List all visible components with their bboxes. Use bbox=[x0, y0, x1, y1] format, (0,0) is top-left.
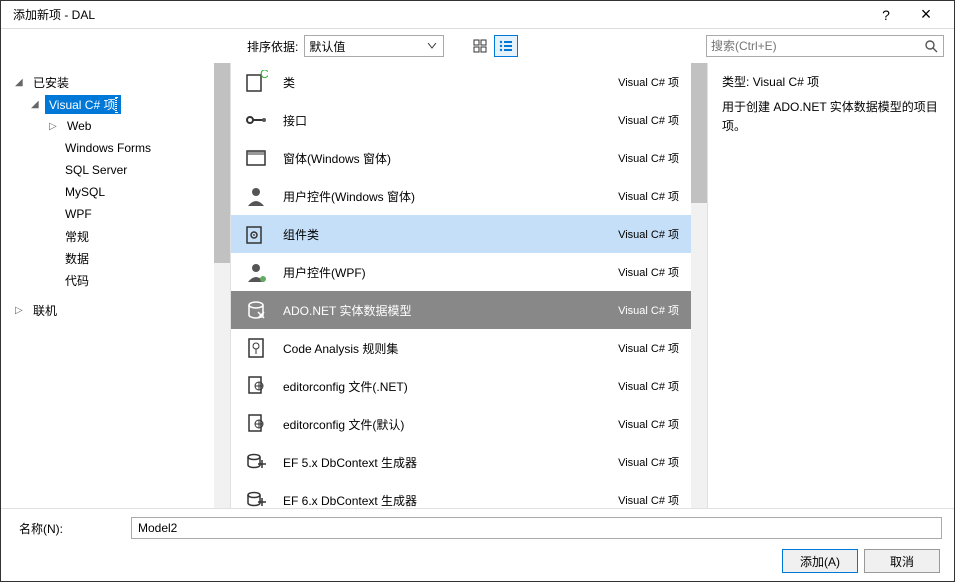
item-type: Visual C# 项 bbox=[618, 188, 679, 204]
search-box[interactable] bbox=[706, 35, 944, 57]
caret-right-icon: ▷ bbox=[49, 121, 59, 132]
item-type: Visual C# 项 bbox=[618, 416, 679, 432]
svg-text:C#: C# bbox=[260, 70, 268, 81]
caret-down-icon: ◢ bbox=[15, 77, 25, 88]
item-type: Visual C# 项 bbox=[618, 112, 679, 128]
cancel-button[interactable]: 取消 bbox=[864, 549, 940, 573]
interface-icon bbox=[243, 107, 269, 133]
tree-visual-csharp[interactable]: ◢Visual C# 项 bbox=[1, 93, 214, 115]
view-icons-button[interactable] bbox=[468, 35, 492, 57]
category-tree: ◢已安装 ◢Visual C# 项 ▷Web Windows Forms SQL… bbox=[1, 63, 231, 508]
view-list-button[interactable] bbox=[494, 35, 518, 57]
toolbar: 排序依据: 默认值 bbox=[1, 29, 954, 63]
class-icon: C# bbox=[243, 69, 269, 95]
item-type: Visual C# 项 bbox=[618, 74, 679, 90]
item-name: Code Analysis 规则集 bbox=[283, 340, 618, 357]
usercontrol-icon bbox=[243, 183, 269, 209]
ef-icon bbox=[243, 487, 269, 508]
adonet-icon bbox=[243, 297, 269, 323]
sort-value: 默认值 bbox=[309, 38, 425, 55]
list-item[interactable]: EF 5.x DbContext 生成器Visual C# 项 bbox=[231, 443, 691, 481]
item-type: Visual C# 项 bbox=[618, 492, 679, 508]
name-label: 名称(N): bbox=[13, 520, 123, 537]
item-name: EF 5.x DbContext 生成器 bbox=[283, 454, 618, 471]
tree-data[interactable]: 数据 bbox=[1, 247, 214, 269]
list-item[interactable]: Code Analysis 规则集Visual C# 项 bbox=[231, 329, 691, 367]
ruleset-icon bbox=[243, 335, 269, 361]
item-name: editorconfig 文件(默认) bbox=[283, 416, 618, 433]
tree-general[interactable]: 常规 bbox=[1, 225, 214, 247]
list-item[interactable]: ADO.NET 实体数据模型Visual C# 项 bbox=[231, 291, 691, 329]
caret-down-icon: ◢ bbox=[31, 99, 41, 110]
sidebar-scrollbar[interactable] bbox=[214, 63, 230, 508]
item-name: 用户控件(Windows 窗体) bbox=[283, 188, 618, 205]
titlebar: 添加新项 - DAL ? × bbox=[1, 1, 954, 29]
footer: 名称(N): 添加(A) 取消 bbox=[1, 508, 954, 581]
item-type: Visual C# 项 bbox=[618, 264, 679, 280]
list-item[interactable]: 用户控件(Windows 窗体)Visual C# 项 bbox=[231, 177, 691, 215]
list-item[interactable]: 用户控件(WPF)Visual C# 项 bbox=[231, 253, 691, 291]
tree-web[interactable]: ▷Web bbox=[1, 115, 214, 137]
editorconfig-icon bbox=[243, 373, 269, 399]
sort-combo[interactable]: 默认值 bbox=[304, 35, 444, 57]
add-button[interactable]: 添加(A) bbox=[782, 549, 858, 573]
item-name: ADO.NET 实体数据模型 bbox=[283, 302, 618, 319]
list-item[interactable]: EF 6.x DbContext 生成器Visual C# 项 bbox=[231, 481, 691, 508]
list-item[interactable]: C# 类Visual C# 项 bbox=[231, 63, 691, 101]
editorconfig-icon bbox=[243, 411, 269, 437]
sort-label: 排序依据: bbox=[247, 38, 298, 55]
chevron-down-icon bbox=[425, 36, 439, 56]
search-icon bbox=[923, 39, 939, 53]
item-type: Visual C# 项 bbox=[618, 340, 679, 356]
detail-description: 用于创建 ADO.NET 实体数据模型的项目项。 bbox=[722, 98, 940, 136]
window-title: 添加新项 - DAL bbox=[13, 6, 866, 23]
name-input[interactable] bbox=[131, 517, 942, 539]
list-scrollbar[interactable] bbox=[691, 63, 707, 508]
item-name: 类 bbox=[283, 74, 618, 91]
item-name: EF 6.x DbContext 生成器 bbox=[283, 492, 618, 509]
close-button[interactable]: × bbox=[906, 1, 946, 29]
list-item[interactable]: editorconfig 文件(.NET)Visual C# 项 bbox=[231, 367, 691, 405]
item-type: Visual C# 项 bbox=[618, 302, 679, 318]
tree-mysql[interactable]: MySQL bbox=[1, 181, 214, 203]
list-item[interactable]: 窗体(Windows 窗体)Visual C# 项 bbox=[231, 139, 691, 177]
item-name: 组件类 bbox=[283, 226, 618, 243]
tree-sqlserver[interactable]: SQL Server bbox=[1, 159, 214, 181]
detail-type: 类型: Visual C# 项 bbox=[722, 73, 940, 90]
tree-installed[interactable]: ◢已安装 bbox=[1, 71, 214, 93]
list-item[interactable]: 接口Visual C# 项 bbox=[231, 101, 691, 139]
item-name: editorconfig 文件(.NET) bbox=[283, 378, 618, 395]
tree-wpf[interactable]: WPF bbox=[1, 203, 214, 225]
item-type: Visual C# 项 bbox=[618, 150, 679, 166]
ef-icon bbox=[243, 449, 269, 475]
item-name: 窗体(Windows 窗体) bbox=[283, 150, 618, 167]
component-icon bbox=[243, 221, 269, 247]
list-item[interactable]: editorconfig 文件(默认)Visual C# 项 bbox=[231, 405, 691, 443]
template-list: C#类Visual C# 项接口Visual C# 项窗体(Windows 窗体… bbox=[231, 63, 708, 508]
tree-online[interactable]: ▷联机 bbox=[1, 299, 214, 321]
item-name: 接口 bbox=[283, 112, 618, 129]
search-input[interactable] bbox=[711, 39, 923, 53]
detail-panel: 类型: Visual C# 项 用于创建 ADO.NET 实体数据模型的项目项。 bbox=[708, 63, 954, 508]
list-item[interactable]: 组件类Visual C# 项 bbox=[231, 215, 691, 253]
item-type: Visual C# 项 bbox=[618, 226, 679, 242]
item-name: 用户控件(WPF) bbox=[283, 264, 618, 281]
add-new-item-dialog: 添加新项 - DAL ? × 排序依据: 默认值 bbox=[0, 0, 955, 582]
tree-code[interactable]: 代码 bbox=[1, 269, 214, 291]
help-button[interactable]: ? bbox=[866, 1, 906, 29]
item-type: Visual C# 项 bbox=[618, 378, 679, 394]
form-icon bbox=[243, 145, 269, 171]
item-type: Visual C# 项 bbox=[618, 454, 679, 470]
caret-right-icon: ▷ bbox=[15, 305, 25, 316]
tree-winforms[interactable]: Windows Forms bbox=[1, 137, 214, 159]
usercontrolwpf-icon bbox=[243, 259, 269, 285]
